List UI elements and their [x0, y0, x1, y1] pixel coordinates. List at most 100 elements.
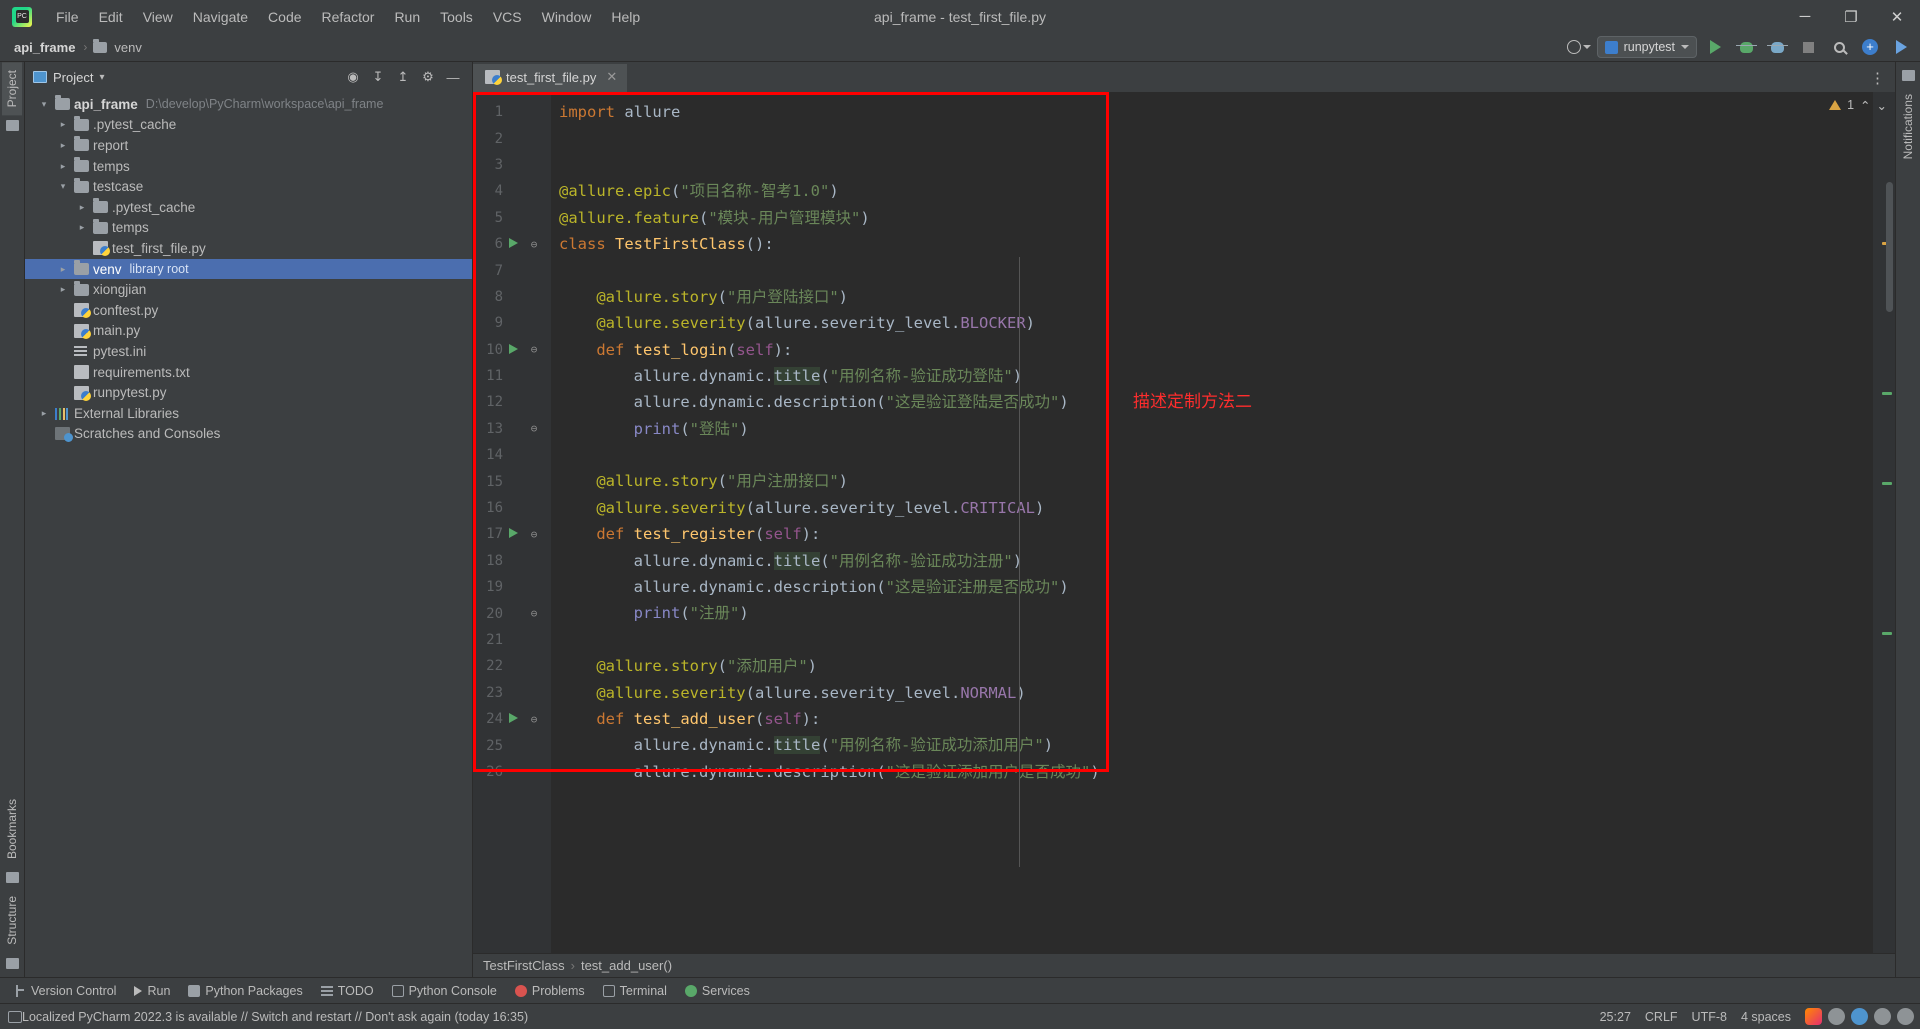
rail-item-bookmarks[interactable]: Bookmarks	[2, 791, 22, 867]
breadcrumb-project[interactable]: api_frame	[12, 40, 77, 55]
tree-item-requirements-txt[interactable]: requirements.txt	[25, 362, 472, 383]
gutter-line[interactable]: 19	[473, 574, 551, 600]
file-encoding[interactable]: UTF-8	[1692, 1010, 1727, 1024]
gutter-line[interactable]: 23	[473, 680, 551, 706]
emoji-icon[interactable]	[1828, 1008, 1845, 1025]
close-button[interactable]: ✕	[1874, 0, 1920, 33]
tool-window-python-console[interactable]: Python Console	[384, 981, 505, 1001]
code-line[interactable]: print("注册")	[551, 600, 1873, 626]
gutter-line[interactable]: 12	[473, 389, 551, 415]
indent-setting[interactable]: 4 spaces	[1741, 1010, 1791, 1024]
status-message[interactable]: Localized PyCharm 2022.3 is available //…	[22, 1010, 528, 1024]
fold-marker-icon[interactable]: ⊖	[523, 713, 545, 726]
code-line[interactable]: def test_login(self):	[551, 337, 1873, 363]
breadcrumb-class[interactable]: TestFirstClass	[483, 958, 565, 973]
menu-vcs[interactable]: VCS	[483, 5, 532, 29]
menu-run[interactable]: Run	[384, 5, 430, 29]
gutter-line[interactable]: 4	[473, 178, 551, 204]
gutter-line[interactable]: 5	[473, 205, 551, 231]
chevron-right-icon[interactable]	[56, 264, 70, 275]
sogou-input-icon[interactable]	[1805, 1008, 1822, 1025]
menu-file[interactable]: File	[46, 5, 89, 29]
fold-marker-icon[interactable]: ⊖	[523, 528, 545, 541]
tree-item-api-frame[interactable]: api_frame D:\develop\PyCharm\workspace\ap…	[25, 94, 472, 115]
fold-marker-icon[interactable]: ⊖	[523, 238, 545, 251]
bookmark-rail-icon[interactable]	[5, 872, 19, 884]
code-line[interactable]: @allure.story("添加用户")	[551, 653, 1873, 679]
gutter-line[interactable]: 16	[473, 495, 551, 521]
run-configuration-selector[interactable]: runpytest	[1596, 36, 1697, 58]
code-line[interactable]: allure.dynamic.description("这是验证注册是否成功")	[551, 574, 1873, 600]
rail-item-project[interactable]: Project	[2, 62, 22, 116]
change-marker-2[interactable]	[1882, 482, 1892, 485]
rail-item-notifications[interactable]: Notifications	[1898, 86, 1918, 167]
expand-all-icon[interactable]: ↧	[367, 66, 389, 88]
tool-window-todo[interactable]: TODO	[313, 981, 382, 1001]
code-line[interactable]: allure.dynamic.title("用例名称-验证成功登陆")	[551, 363, 1873, 389]
tree-item-venv[interactable]: venv library root	[25, 258, 472, 280]
code-line[interactable]	[551, 627, 1873, 653]
gutter-line[interactable]: 22	[473, 653, 551, 679]
tool-window-run[interactable]: Run	[126, 981, 178, 1001]
fold-marker-icon[interactable]: ⊖	[523, 343, 545, 356]
menu-help[interactable]: Help	[601, 5, 650, 29]
breadcrumb-folder[interactable]: venv	[112, 40, 143, 55]
project-tree[interactable]: api_frame D:\develop\PyCharm\workspace\ap…	[25, 92, 472, 977]
settings-gear-icon[interactable]: ⚙	[417, 66, 439, 88]
updates-icon[interactable]	[1888, 35, 1914, 59]
code-line[interactable]: @allure.feature("模块-用户管理模块")	[551, 205, 1873, 231]
run-gutter-icon[interactable]	[503, 526, 523, 542]
gutter-line[interactable]: 3	[473, 152, 551, 178]
inspection-widget[interactable]: 1 ⌃ ⌄	[1829, 92, 1895, 118]
hide-panel-icon[interactable]: —	[442, 66, 464, 88]
gutter-line[interactable]: 20 ⊖	[473, 600, 551, 626]
code-line[interactable]: allure.dynamic.title("用例名称-验证成功注册")	[551, 548, 1873, 574]
battery-icon[interactable]	[1897, 1008, 1914, 1025]
gutter-line[interactable]: 13 ⊖	[473, 416, 551, 442]
chevron-right-icon[interactable]	[56, 161, 70, 172]
menu-tools[interactable]: Tools	[430, 5, 483, 29]
coverage-icon[interactable]	[1764, 35, 1790, 59]
chevron-down-icon[interactable]	[37, 99, 51, 110]
code-line[interactable]: import allure	[551, 99, 1873, 125]
code-line[interactable]: allure.dynamic.description("这是验证添加用户是否成功…	[551, 759, 1873, 785]
tree-item-temps[interactable]: temps	[25, 156, 472, 177]
code-line[interactable]	[551, 125, 1873, 151]
change-marker-1[interactable]	[1882, 392, 1892, 395]
code-line[interactable]: @allure.epic("项目名称-智考1.0")	[551, 178, 1873, 204]
search-icon[interactable]	[1826, 35, 1852, 59]
gutter-line[interactable]: 8	[473, 284, 551, 310]
code-line[interactable]	[551, 257, 1873, 283]
stop-icon[interactable]	[1795, 35, 1821, 59]
gutter-line[interactable]: 25	[473, 732, 551, 758]
line-number-gutter[interactable]: 1 2 3 4 5 6 ⊖ 7 8 9 10 ⊖ 11 12 13 ⊖ 14 15 16 17 ⊖ 18 19 20 ⊖ 21 22…	[473, 92, 551, 953]
inspection-gutter[interactable]	[1873, 92, 1895, 953]
network-icon[interactable]	[1874, 1008, 1891, 1025]
code-line[interactable]: class TestFirstClass():	[551, 231, 1873, 257]
tree-item-report[interactable]: report	[25, 135, 472, 156]
gutter-line[interactable]: 11	[473, 363, 551, 389]
tree-item-testcase[interactable]: testcase	[25, 176, 472, 197]
tool-window-python-packages[interactable]: Python Packages	[180, 981, 310, 1001]
tree-item-external-libraries[interactable]: External Libraries	[25, 403, 472, 424]
chevron-right-icon[interactable]	[37, 408, 51, 419]
run-gutter-icon[interactable]	[503, 711, 523, 727]
run-gutter-icon[interactable]	[503, 342, 523, 358]
tree-item--pytest-cache[interactable]: .pytest_cache	[25, 115, 472, 136]
tool-window-version-control[interactable]: Version Control	[6, 981, 124, 1001]
run-gutter-icon[interactable]	[503, 236, 523, 252]
code-line[interactable]: @allure.story("用户注册接口")	[551, 468, 1873, 494]
breadcrumb-method[interactable]: test_add_user()	[581, 958, 672, 973]
structure-rail-icon[interactable]	[5, 958, 19, 969]
code-content[interactable]: import allure @allure.epic("项目名称-智考1.0")…	[551, 92, 1873, 953]
code-editor[interactable]: 1 2 3 4 5 6 ⊖ 7 8 9 10 ⊖ 11 12 13 ⊖ 14 15 16 17 ⊖ 18 19 20 ⊖ 21 22…	[473, 92, 1895, 953]
chevron-right-icon[interactable]	[75, 202, 89, 213]
tree-item--pytest-cache[interactable]: .pytest_cache	[25, 197, 472, 218]
gutter-line[interactable]: 21	[473, 627, 551, 653]
tree-item-xiongjian[interactable]: xiongjian	[25, 279, 472, 300]
chevron-down-icon[interactable]	[56, 181, 70, 192]
gutter-line[interactable]: 18	[473, 548, 551, 574]
gutter-line[interactable]: 15	[473, 468, 551, 494]
code-line[interactable]	[551, 152, 1873, 178]
gutter-line[interactable]: 24 ⊖	[473, 706, 551, 732]
